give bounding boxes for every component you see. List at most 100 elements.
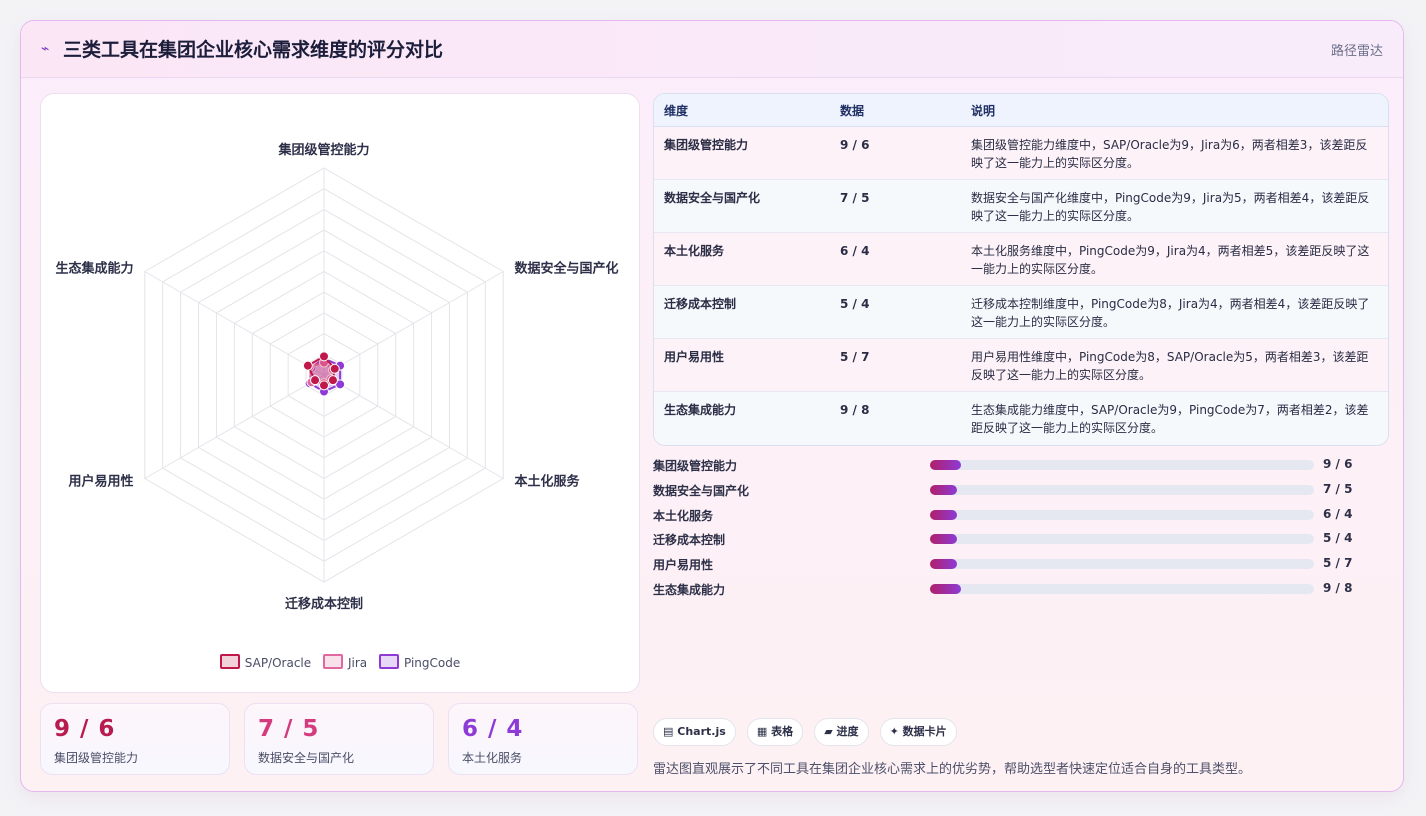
legend-item-pingcode[interactable]: PingCode xyxy=(378,654,461,670)
cell-description: 生态集成能力维度中，SAP/Oracle为9，PingCode为7，两者相差2，… xyxy=(961,391,1388,445)
path-radar-tag: 路径雷达 xyxy=(1330,44,1383,59)
pulse-icon: ⌁ xyxy=(41,41,50,57)
table-row: 本土化服务 6 / 4 本土化服务维度中，PingCode为9，Jira为4，两… xyxy=(654,232,1388,286)
stat-card: 7 / 5 数据安全与国产化 xyxy=(244,703,434,775)
progress-value: 5 / 4 xyxy=(1323,531,1353,546)
progress-icon: ▰ xyxy=(824,725,833,738)
radar-axis-label: 数据安全与国产化 xyxy=(514,261,618,277)
progress-value: 6 / 4 xyxy=(1323,506,1353,521)
table-row: 集团级管控能力 9 / 6 集团级管控能力维度中，SAP/Oracle为9，Ji… xyxy=(654,126,1388,180)
progress-label: 本土化服务 xyxy=(653,508,714,523)
progress-label: 迁移成本控制 xyxy=(653,533,726,548)
cell-value: 7 / 5 xyxy=(830,179,961,233)
chip-table[interactable]: ▦ 表格 xyxy=(746,718,804,746)
progress-row: 用户易用性 5 / 7 xyxy=(653,552,1387,577)
column-header-description[interactable]: 说明 xyxy=(961,94,1388,127)
radar-data-point xyxy=(327,375,338,386)
stat-label: 本土化服务 xyxy=(462,751,523,765)
radar-data-point xyxy=(319,351,329,362)
chip-label: Chart.js xyxy=(677,725,726,738)
cell-dimension: 用户易用性 xyxy=(654,338,830,392)
chip-chartjs[interactable]: ▤ Chart.js xyxy=(653,718,736,746)
legend-label-jira: Jira xyxy=(347,656,368,670)
data-table-panel: 维度 数据 说明 集团级管控能力 9 / 6 集团级管控能力维度中，SAP/Or… xyxy=(653,93,1389,446)
progress-row: 集团级管控能力 9 / 6 xyxy=(653,453,1387,478)
stat-card: 9 / 6 集团级管控能力 xyxy=(40,703,230,775)
chart-legend: SAP/Oracle Jira PingCode xyxy=(41,654,639,670)
radar-axis-label: 本土化服务 xyxy=(514,474,580,490)
legend-label-sap: SAP/Oracle xyxy=(244,656,312,670)
progress-label: 用户易用性 xyxy=(653,558,714,573)
sparkle-icon: ✦ xyxy=(889,725,899,738)
stat-value: 6 / 4 xyxy=(462,716,524,742)
cell-dimension: 迁移成本控制 xyxy=(654,285,830,339)
radar-chart-panel: 集团级管控能力 数据安全与国产化 本土化服务 迁移成本控制 用户易用性 生态集成能力 SA… xyxy=(40,93,640,693)
progress-value: 9 / 6 xyxy=(1323,457,1353,471)
progress-track xyxy=(930,534,1314,545)
cell-description: 用户易用性维度中，PingCode为8，SAP/Oracle为5，两者相差3，该… xyxy=(961,338,1388,392)
progress-fill xyxy=(930,460,961,470)
progress-value: 5 / 7 xyxy=(1323,556,1353,571)
stat-value: 7 / 5 xyxy=(258,716,320,742)
cell-description: 集团级管控能力维度中，SAP/Oracle为9，Jira为6，两者相差3，该差距… xyxy=(961,126,1388,180)
legend-swatch-pingcode xyxy=(378,654,399,669)
progress-track xyxy=(930,460,1314,470)
data-table: 维度 数据 说明 集团级管控能力 9 / 6 集团级管控能力维度中，SAP/Or… xyxy=(654,94,1388,445)
radar-chart: 集团级管控能力数据安全与国产化本土化服务迁移成本控制 用户易用性 生态集成能力 xyxy=(56,142,619,612)
main-card: ⌁ 三类工具在集团企业核心需求维度的评分对比 路径雷达 集团级管控能力 数据安全与… xyxy=(20,20,1404,792)
progress-row: 生态集成能力 9 / 8 xyxy=(653,577,1387,602)
column-header-dimension[interactable]: 维度 xyxy=(654,94,830,127)
legend-item-sap[interactable]: SAP/Oracle xyxy=(219,654,312,670)
footnote: 雷达图直观展示了不同工具在集团企业核心需求上的优劣势，帮助选型者快速定位适合自身… xyxy=(653,762,1252,777)
radar-axis-label: 集团级管控能力 xyxy=(277,142,369,158)
table-row: 生态集成能力 9 / 8 生态集成能力维度中，SAP/Oracle为9，Ping… xyxy=(654,391,1388,445)
progress-track xyxy=(930,484,1314,495)
radar-axis-label: 生态集成能力 xyxy=(56,261,134,277)
table-icon: ▦ xyxy=(756,725,768,738)
radar-data-point xyxy=(329,363,340,374)
tech-chips: ▤ Chart.js ▦ 表格 ▰ 进度 ✦ 数据卡片 xyxy=(653,718,963,746)
cell-value: 9 / 8 xyxy=(830,391,961,445)
table-header-row: 维度 数据 说明 xyxy=(654,94,1388,127)
cell-value: 5 / 4 xyxy=(830,285,961,339)
progress-row: 本土化服务 6 / 4 xyxy=(653,503,1387,528)
page-title: 三类工具在集团企业核心需求维度的评分对比 xyxy=(63,39,444,61)
chip-label: 表格 xyxy=(771,725,794,738)
progress-list: 集团级管控能力 9 / 6 数据安全与国产化 7 / 5 本土化服务 6 / 4… xyxy=(653,453,1387,602)
card-header: ⌁ 三类工具在集团企业核心需求维度的评分对比 路径雷达 xyxy=(21,21,1403,78)
stat-value: 9 / 6 xyxy=(54,716,116,742)
cell-dimension: 集团级管控能力 xyxy=(654,126,830,180)
progress-label: 生态集成能力 xyxy=(653,582,726,597)
radar-data-point xyxy=(310,375,321,386)
cell-description: 数据安全与国产化维度中，PingCode为9，Jira为5，两者相差4，该差距反… xyxy=(961,179,1388,233)
table-row: 数据安全与国产化 7 / 5 数据安全与国产化维度中，PingCode为9，Ji… xyxy=(654,179,1388,233)
cell-value: 5 / 7 xyxy=(830,338,961,392)
stat-label: 数据安全与国产化 xyxy=(258,751,355,765)
chip-data-cards[interactable]: ✦ 数据卡片 xyxy=(879,718,957,746)
stat-label: 集团级管控能力 xyxy=(54,751,139,765)
cell-value: 9 / 6 xyxy=(830,126,961,180)
progress-fill xyxy=(930,509,957,520)
progress-track xyxy=(930,583,1314,594)
cell-dimension: 数据安全与国产化 xyxy=(654,179,830,233)
chip-progress[interactable]: ▰ 进度 xyxy=(814,718,869,746)
table-row: 迁移成本控制 5 / 4 迁移成本控制维度中，PingCode为8，Jira为4… xyxy=(654,285,1388,339)
progress-row: 迁移成本控制 5 / 4 xyxy=(653,527,1387,552)
radar-data-point xyxy=(319,380,329,391)
progress-track xyxy=(930,559,1314,570)
cell-description: 迁移成本控制维度中，PingCode为8，Jira为4，两者相差4，该差距反映了… xyxy=(961,285,1388,339)
progress-track xyxy=(930,509,1314,520)
cell-description: 本土化服务维度中，PingCode为9，Jira为4，两者相差5，该差距反映了这… xyxy=(961,232,1388,286)
cell-value: 6 / 4 xyxy=(830,232,961,286)
column-header-data[interactable]: 数据 xyxy=(830,94,961,127)
legend-item-jira[interactable]: Jira xyxy=(322,654,368,670)
legend-swatch-sap xyxy=(219,654,240,669)
progress-row: 数据安全与国产化 7 / 5 xyxy=(653,478,1387,503)
stat-card: 6 / 4 本土化服务 xyxy=(448,703,638,775)
legend-label-pingcode: PingCode xyxy=(403,656,461,670)
progress-value: 7 / 5 xyxy=(1323,481,1353,496)
progress-fill xyxy=(930,583,961,594)
progress-fill xyxy=(930,559,957,570)
progress-label: 数据安全与国产化 xyxy=(653,483,750,498)
table-row: 用户易用性 5 / 7 用户易用性维度中，PingCode为8，SAP/Orac… xyxy=(654,338,1388,392)
